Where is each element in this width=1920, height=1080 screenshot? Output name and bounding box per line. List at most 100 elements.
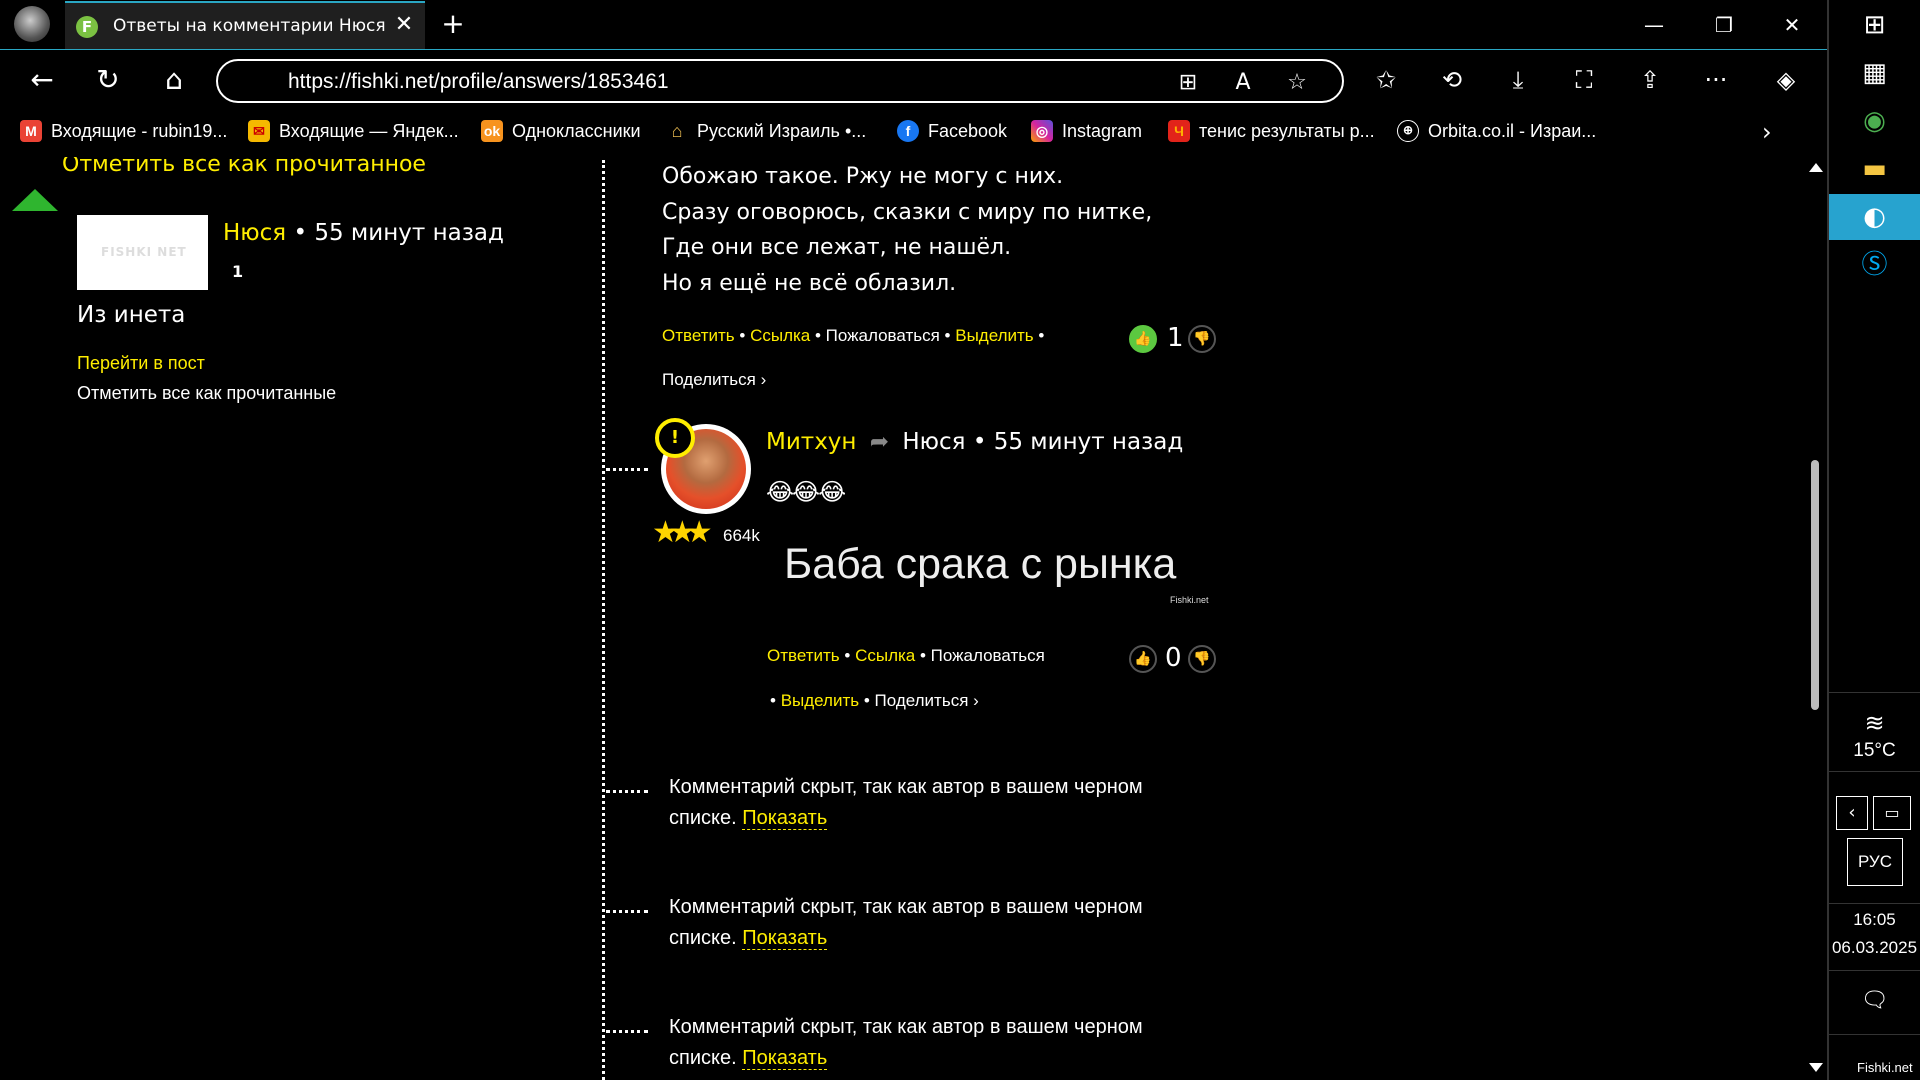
apps-icon[interactable]: ⊞ — [1173, 68, 1203, 98]
scroll-up-icon[interactable] — [1809, 163, 1823, 172]
download-icon[interactable]: ⤓ — [1500, 62, 1536, 98]
image-caption: Баба срака с рынка — [784, 540, 1177, 588]
report-link[interactable]: Пожаловаться — [931, 646, 1045, 665]
tab-active[interactable]: F Ответы на комментарии Нюся на ✕ — [65, 1, 425, 49]
screenshot-icon[interactable]: ⛶ — [1566, 62, 1602, 98]
page-content: Отметить всё как прочитанное FISHKI NET … — [0, 157, 1827, 1080]
goto-post-link[interactable]: Перейти в пост — [77, 353, 205, 374]
home-icon[interactable]: ⌂ — [156, 62, 192, 98]
user-rating: 664k — [723, 526, 760, 545]
reply-link[interactable]: Ответить — [767, 646, 840, 665]
bookmark-facebook[interactable]: f Facebook — [897, 118, 1007, 144]
notifications-icon[interactable]: 🗨 — [1829, 978, 1920, 1024]
bookmark-gmail[interactable]: M Входящие - rubin19... — [20, 118, 227, 144]
comment-2-header: Митхун ➦ Нюся • 55 минут назад — [766, 429, 1183, 455]
hidden-comment-text-2: списке. — [669, 1047, 737, 1069]
scroll-up-arrow-icon[interactable] — [12, 189, 58, 211]
edge-icon[interactable]: ◐ — [1829, 194, 1920, 240]
close-window-button[interactable]: ✕ — [1768, 6, 1816, 44]
more-menu-icon[interactable]: ··· — [1698, 62, 1734, 98]
weather-temperature[interactable]: 15°C — [1829, 740, 1920, 762]
network-icon[interactable]: ▭ — [1873, 796, 1911, 830]
comment-author-link[interactable]: Митхун — [766, 429, 856, 455]
close-tab-icon[interactable]: ✕ — [393, 13, 415, 37]
bookmark-label: тенис результаты р... — [1199, 120, 1375, 141]
skype-icon[interactable]: Ⓢ — [1829, 242, 1920, 288]
show-comment-link[interactable]: Показать — [742, 1047, 828, 1070]
scroll-down-icon[interactable] — [1809, 1063, 1823, 1072]
comment-line: Где они все лежат, не нашёл. — [662, 235, 1012, 260]
windows-start-icon[interactable]: ⊞ — [1829, 2, 1920, 48]
bookmark-instagram[interactable]: ◎ Instagram — [1031, 118, 1142, 144]
mark-all-read-link-top[interactable]: Отметить всё как прочитанное — [62, 157, 426, 177]
clock-time[interactable]: 16:05 — [1829, 910, 1920, 930]
bookmark-label: Instagram — [1062, 120, 1143, 141]
hidden-comment: Комментарий скрыт, так как автор в вашем… — [669, 1012, 1143, 1074]
scroll-thumb[interactable] — [1811, 460, 1819, 710]
report-link[interactable]: Пожаловаться — [826, 326, 940, 345]
thumbs-up-icon[interactable]: 👍 — [1129, 645, 1157, 673]
thumbs-up-icon[interactable]: 👍 — [1129, 325, 1157, 353]
facebook-icon: f — [897, 120, 919, 142]
share-link[interactable]: Поделиться › — [875, 691, 979, 710]
bookmark-odnoklassniki[interactable]: ok Одноклассники — [481, 118, 641, 144]
hidden-comment-text: Комментарий скрыт, так как автор в вашем… — [669, 1016, 1143, 1038]
refresh-icon[interactable]: ↻ — [90, 62, 126, 98]
comment-1-actions: Ответить • Ссылка • Пожаловаться • Выдел… — [662, 326, 1045, 345]
thumbs-down-icon[interactable]: 👎 — [1188, 325, 1216, 353]
thread-branch — [606, 910, 648, 913]
bookmark-orbita[interactable]: ⊕ Orbita.co.il - Израи... — [1397, 118, 1596, 144]
reply-link[interactable]: Ответить — [662, 326, 735, 345]
bookmark-label: Orbita.co.il - Израи... — [1428, 120, 1597, 141]
chrome-icon[interactable]: ◉ — [1829, 98, 1920, 144]
permalink-link[interactable]: Ссылка — [855, 646, 915, 665]
chevron-right-icon[interactable]: › — [1762, 118, 1772, 146]
instagram-icon: ◎ — [1031, 120, 1053, 142]
bookmark-label: Входящие — Яндек... — [279, 120, 459, 141]
mark-all-read-link[interactable]: Отметить все как прочитанные — [77, 383, 336, 404]
odnoklassniki-icon: ok — [481, 120, 503, 142]
thumbs-down-icon[interactable]: 👎 — [1188, 645, 1216, 673]
calculator-icon[interactable]: ▦ — [1829, 50, 1920, 96]
chevron-left-icon[interactable]: ‹ — [1836, 796, 1868, 830]
address-bar[interactable]: https://fishki.net/profile/answers/18534… — [216, 59, 1344, 103]
reply-to-user[interactable]: Нюся — [902, 429, 965, 455]
minimize-button[interactable]: — — [1630, 6, 1678, 44]
post-thumbnail[interactable]: FISHKI NET — [77, 215, 208, 290]
comment-image[interactable]: Баба срака с рынка Fishki.net — [780, 540, 1216, 608]
hidden-comment-text-2: списке. — [669, 927, 737, 949]
restore-button[interactable]: ❐ — [1700, 6, 1748, 44]
comment-line: Но я ещё не всё облазил. — [662, 270, 957, 296]
back-arrow-icon[interactable]: ← — [24, 62, 60, 98]
warning-badge-icon[interactable]: ! — [655, 418, 695, 458]
new-tab-button[interactable]: + — [438, 9, 468, 39]
copilot-icon[interactable]: ◈ — [1768, 62, 1804, 98]
show-comment-link[interactable]: Показать — [742, 927, 828, 950]
favorites-icon[interactable]: ✩ — [1368, 62, 1404, 98]
windows-taskbar: ⊞ ▦ ◉ ▬ ◐ Ⓢ ≋ 15°C ‹ ▭ РУС 16:05 06.03.2… — [1827, 0, 1920, 1080]
post-author-link[interactable]: Нюся — [223, 220, 286, 246]
url-text[interactable]: https://fishki.net/profile/answers/18534… — [288, 70, 669, 94]
page-scrollbar[interactable] — [1805, 157, 1827, 1080]
read-aloud-icon[interactable]: A — [1228, 68, 1258, 98]
profile-avatar[interactable] — [14, 6, 50, 42]
rating-stars-icon: ★★★ — [652, 515, 713, 550]
clock-date[interactable]: 06.03.2025 — [1829, 938, 1920, 958]
taskbar-divider — [1829, 771, 1920, 772]
highlight-link[interactable]: Выделить — [781, 691, 859, 710]
history-icon[interactable]: ⟲ — [1434, 62, 1470, 98]
permalink-link[interactable]: Ссылка — [750, 326, 810, 345]
bookmark-russian-israel[interactable]: ⌂ Русский Израиль •... — [666, 118, 867, 144]
language-indicator[interactable]: РУС — [1847, 838, 1903, 886]
show-comment-link[interactable]: Показать — [742, 807, 828, 830]
highlight-link[interactable]: Выделить — [955, 326, 1033, 345]
comment-emojis: 😂😂😂 — [766, 478, 846, 506]
gmail-icon: M — [20, 120, 42, 142]
bookmark-yandex-mail[interactable]: ✉ Входящие — Яндек... — [248, 118, 459, 144]
file-explorer-icon[interactable]: ▬ — [1829, 146, 1920, 192]
share-link[interactable]: Поделиться › — [662, 370, 766, 390]
share-icon[interactable]: ⇪ — [1632, 62, 1668, 98]
favorite-star-icon[interactable]: ☆ — [1282, 68, 1312, 98]
bookmark-tennis[interactable]: Ч тенис результаты р... — [1168, 118, 1375, 144]
taskbar-divider — [1829, 970, 1920, 971]
